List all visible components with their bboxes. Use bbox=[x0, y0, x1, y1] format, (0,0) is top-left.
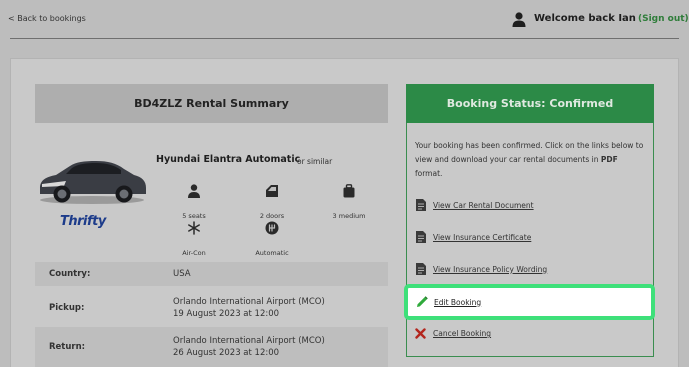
feature-transmission: Automatic bbox=[237, 221, 307, 259]
door-icon bbox=[266, 185, 278, 197]
person-icon bbox=[188, 184, 200, 198]
feature-label: Air-Con bbox=[182, 249, 206, 257]
thrifty-logo: Thrifty bbox=[60, 214, 106, 229]
close-icon bbox=[415, 328, 426, 339]
feature-seats: 5 seats bbox=[159, 184, 229, 222]
feature-doors: 2 doors bbox=[237, 184, 307, 222]
sign-out-link[interactable]: (Sign out) bbox=[638, 14, 689, 24]
view-insurance-policy-wording-link[interactable]: View Insurance Policy Wording bbox=[415, 262, 547, 276]
detail-row-pickup: Pickup: Orlando International Airport (M… bbox=[35, 290, 388, 326]
link-label[interactable]: Edit Booking bbox=[434, 298, 481, 307]
feature-label: Automatic bbox=[255, 249, 289, 257]
car-name: Hyundai Elantra Automatic bbox=[156, 154, 301, 165]
detail-row-return: Return: Orlando International Airport (M… bbox=[35, 327, 388, 367]
car-similar-text: or similar bbox=[297, 157, 333, 166]
pickup-location: Orlando International Airport (MCO) bbox=[173, 297, 325, 307]
top-bar: < Back to bookings Welcome back Ian (Sig… bbox=[0, 0, 689, 38]
cancel-booking-link[interactable]: Cancel Booking bbox=[415, 328, 491, 339]
detail-key: Return: bbox=[49, 342, 86, 352]
welcome-text: Welcome back Ian bbox=[534, 13, 636, 24]
detail-key: Country: bbox=[49, 269, 91, 279]
feature-label: 3 medium bbox=[332, 212, 366, 220]
feature-luggage: 3 medium bbox=[314, 184, 384, 222]
pickup-datetime: 19 August 2023 at 12:00 bbox=[173, 309, 280, 319]
feature-label: 2 doors bbox=[259, 212, 285, 220]
document-icon bbox=[416, 263, 426, 275]
back-to-bookings-link[interactable]: < Back to bookings bbox=[8, 14, 86, 23]
luggage-icon bbox=[343, 184, 355, 198]
document-icon bbox=[416, 199, 426, 211]
detail-value: Orlando International Airport (MCO) 26 A… bbox=[173, 335, 325, 359]
snowflake-icon bbox=[188, 221, 200, 235]
gearbox-icon bbox=[265, 221, 279, 235]
pencil-icon bbox=[417, 296, 428, 307]
detail-value: Orlando International Airport (MCO) 19 A… bbox=[173, 296, 325, 320]
status-message: Your booking has been confirmed. Click o… bbox=[415, 141, 644, 178]
header-divider bbox=[10, 38, 679, 39]
edit-booking-link[interactable]: Edit Booking bbox=[416, 296, 481, 308]
rental-summary-title: BD4ZLZ Rental Summary bbox=[35, 84, 388, 123]
detail-row-country: Country: USA bbox=[35, 262, 388, 286]
view-car-rental-document-link[interactable]: View Car Rental Document bbox=[415, 198, 534, 212]
feature-label: 5 seats bbox=[182, 212, 206, 220]
return-datetime: 26 August 2023 at 12:00 bbox=[173, 348, 280, 358]
link-label[interactable]: View Insurance Certificate bbox=[433, 233, 531, 242]
detail-key: Pickup: bbox=[49, 303, 85, 313]
detail-value: USA bbox=[173, 269, 191, 279]
booking-status-title: Booking Status: Confirmed bbox=[406, 84, 654, 123]
link-label[interactable]: View Insurance Policy Wording bbox=[433, 265, 547, 274]
link-label[interactable]: View Car Rental Document bbox=[433, 201, 534, 210]
view-insurance-certificate-link[interactable]: View Insurance Certificate bbox=[415, 230, 531, 244]
link-label[interactable]: Cancel Booking bbox=[433, 329, 491, 338]
document-icon bbox=[416, 231, 426, 243]
user-icon bbox=[512, 12, 526, 27]
feature-aircon: Air-Con bbox=[159, 221, 229, 259]
car-image bbox=[40, 161, 146, 204]
return-location: Orlando International Airport (MCO) bbox=[173, 336, 325, 346]
